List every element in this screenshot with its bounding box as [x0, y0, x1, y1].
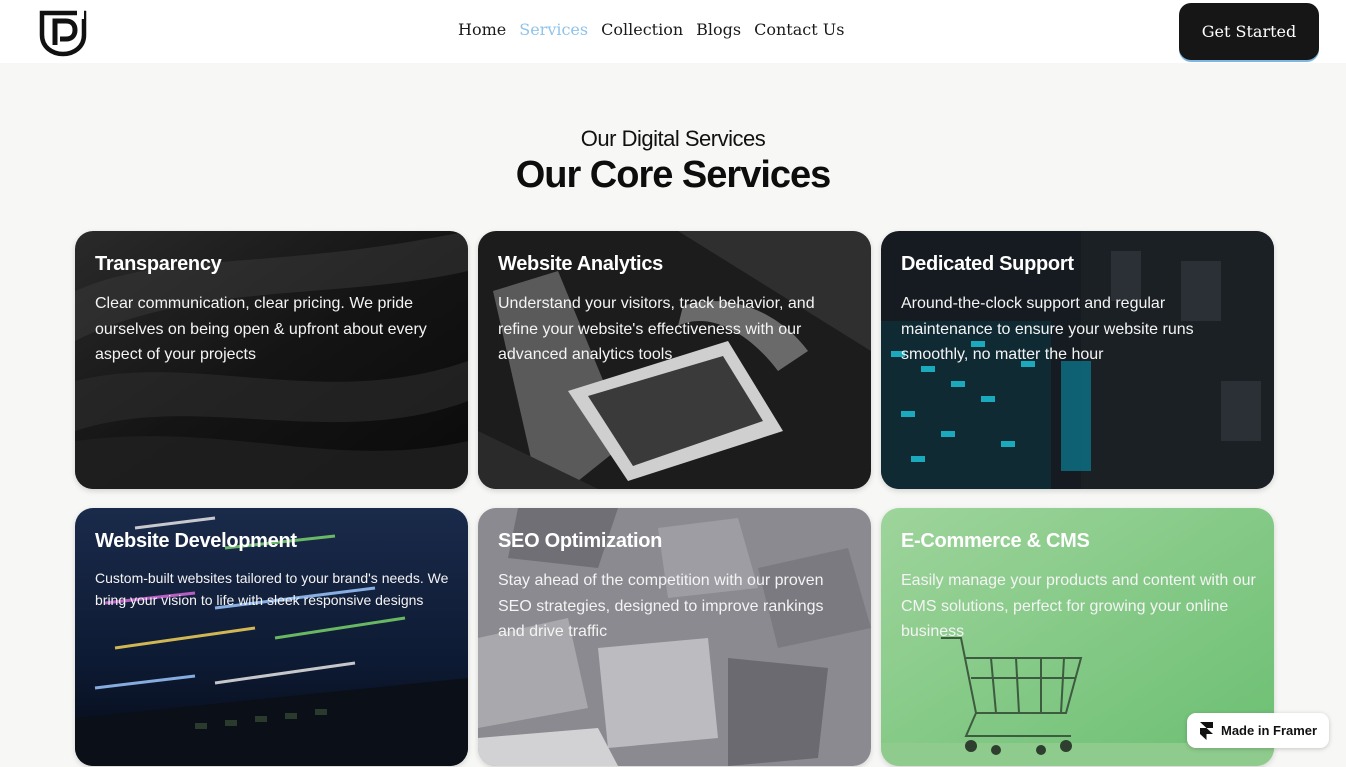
card-description: Custom-built websites tailored to your b… [95, 570, 449, 608]
card-title: Website Analytics [498, 253, 663, 275]
card-title: E-Commerce & CMS [901, 530, 1090, 552]
card-description: Clear communication, clear pricing. We p… [95, 295, 427, 363]
service-card-seo-optimization[interactable]: SEO Optimization Stay ahead of the compe… [478, 508, 871, 766]
service-card-transparency[interactable]: Transparency Clear communication, clear … [75, 231, 468, 489]
card-description: Around-the-clock support and regular mai… [901, 295, 1194, 363]
nav-link-blogs[interactable]: Blogs [696, 20, 741, 39]
nav-link-collection[interactable]: Collection [601, 20, 683, 39]
card-description: Understand your visitors, track behavior… [498, 295, 815, 363]
service-card-dedicated-support[interactable]: Dedicated Support Around-the-clock suppo… [881, 231, 1274, 489]
main-nav: Home Services Collection Blogs Contact U… [458, 20, 857, 39]
card-title: Website Development [95, 530, 297, 552]
made-in-framer-badge[interactable]: Made in Framer [1187, 713, 1329, 748]
get-started-button[interactable]: Get Started [1179, 3, 1319, 60]
section-heading: Our Core Services [515, 154, 832, 196]
badge-label: Made in Framer [1221, 723, 1318, 738]
card-title: Transparency [95, 253, 222, 275]
nav-link-home[interactable]: Home [458, 20, 506, 39]
framer-logo-icon [1200, 721, 1213, 740]
card-title: SEO Optimization [498, 530, 663, 552]
nav-link-services[interactable]: Services [519, 20, 588, 39]
brand-logo-icon[interactable] [38, 9, 88, 57]
card-title: Dedicated Support [901, 253, 1074, 275]
navbar: Home Services Collection Blogs Contact U… [0, 0, 1346, 63]
service-card-website-analytics[interactable]: Website Analytics Understand your visito… [478, 231, 871, 489]
card-description: Easily manage your products and content … [901, 572, 1256, 640]
section-eyebrow: Our Digital Services [580, 126, 766, 151]
nav-link-contact-us[interactable]: Contact Us [754, 20, 844, 39]
card-description: Stay ahead of the competition with our p… [498, 572, 824, 640]
service-card-website-development[interactable]: Website Development Custom-built website… [75, 508, 468, 766]
